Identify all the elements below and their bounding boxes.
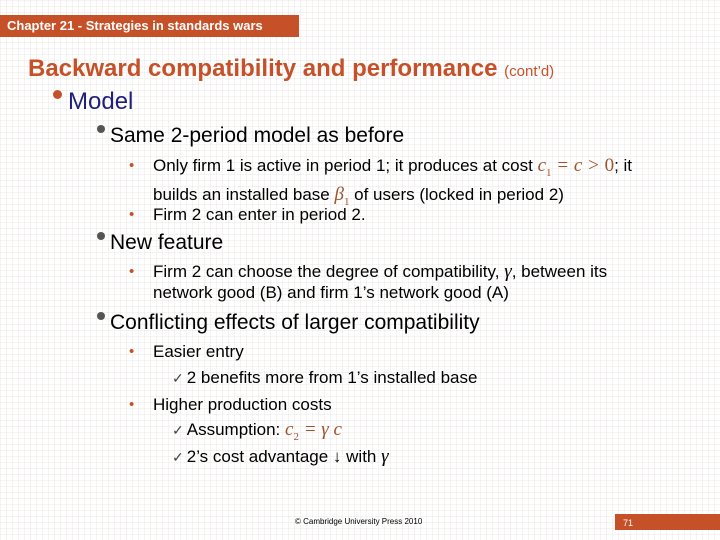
sub-bullet-text: Firm 2 can choose the degree of compatib…: [153, 261, 720, 303]
math-gamma: γ: [381, 446, 389, 467]
math-c2: c2 = γ c: [285, 419, 342, 443]
sub-bullet: • Easier entry: [129, 341, 244, 362]
page-number: 71: [623, 518, 634, 528]
math-var: c: [537, 155, 546, 176]
text-segment: , between its: [511, 262, 608, 281]
bullet-point: Conflicting effects of larger compatibil…: [97, 311, 480, 335]
checkmark-icon: ✓: [172, 449, 184, 465]
checkmark-icon: ✓: [172, 370, 184, 386]
bullet-text: Same 2-period model as before: [110, 124, 405, 147]
bullet-icon: [97, 312, 105, 321]
section-heading-text: Model: [68, 88, 134, 115]
sub-bullet-icon: •: [129, 263, 135, 280]
check-item-text: 2 benefits more from 1’s installed base: [186, 368, 478, 387]
text-segment: ; it: [614, 156, 633, 175]
check-item: ✓ 2’s cost advantage ↓ with γ: [172, 446, 389, 468]
check-item: ✓ Assumption: c2 = γ c: [172, 419, 342, 443]
text-segment: network good (B) and firm 1’s network go…: [153, 283, 509, 302]
slide-title: Backward compatibility and performance (…: [28, 55, 554, 83]
bullet-icon: [53, 90, 62, 100]
sub-bullet: • Firm 2 can enter in period 2.: [129, 204, 366, 225]
math-beta1: β1: [334, 183, 349, 208]
chapter-header: Chapter 21 - Strategies in standards war…: [0, 15, 299, 37]
sub-bullet-icon: •: [129, 157, 135, 174]
math-expression: = c >: [551, 155, 605, 176]
sub-bullet-text: Higher production costs: [153, 395, 332, 414]
bullet-text: New feature: [110, 231, 224, 254]
sub-bullet: • Higher production costs: [129, 394, 332, 415]
bullet-icon: [97, 125, 105, 134]
checkmark-icon: ✓: [172, 422, 184, 438]
section-heading: Model: [53, 88, 133, 116]
math-var: β: [334, 183, 344, 205]
text-segment: Only firm 1 is active in period 1; it pr…: [153, 156, 538, 175]
sub-bullet-icon: •: [129, 343, 135, 360]
chapter-title: Chapter 21 - Strategies in standards war…: [7, 18, 263, 33]
math-gamma: γ: [504, 261, 512, 282]
text-segment: Firm 2 can choose the degree of compatib…: [153, 262, 505, 281]
check-item-text: with: [341, 447, 382, 466]
math-zero: 0: [604, 155, 615, 176]
sub-bullet-text: Easier entry: [153, 342, 244, 361]
text-segment: builds an installed base: [153, 184, 335, 204]
copyright-notice: © Cambridge University Press 2010: [295, 517, 423, 526]
sub-bullet: • Firm 2 can choose the degree of compat…: [129, 261, 720, 303]
text-segment: of users (locked in period 2): [349, 184, 564, 204]
check-item-text: Assumption:: [186, 420, 285, 439]
check-item-text: 2’s cost advantage: [186, 447, 333, 466]
sub-bullet-icon: •: [129, 206, 135, 223]
slide-title-text: Backward compatibility and performance: [28, 55, 498, 82]
sub-bullet-icon: •: [129, 396, 135, 413]
math-c1: c1 = c > 0: [537, 155, 615, 179]
sub-bullet-text: Firm 2 can enter in period 2.: [153, 205, 366, 224]
page-number-bar: 71: [615, 514, 720, 530]
bullet-text: Conflicting effects of larger compatibil…: [110, 311, 480, 334]
math-expression: = γ c: [298, 419, 342, 440]
bullet-icon: [97, 232, 105, 241]
bullet-point: New feature: [97, 231, 223, 255]
bullet-point: Same 2-period model as before: [97, 124, 404, 148]
slide-title-suffix: (cont’d): [504, 63, 555, 80]
check-item: ✓ 2 benefits more from 1’s installed base: [172, 368, 477, 388]
